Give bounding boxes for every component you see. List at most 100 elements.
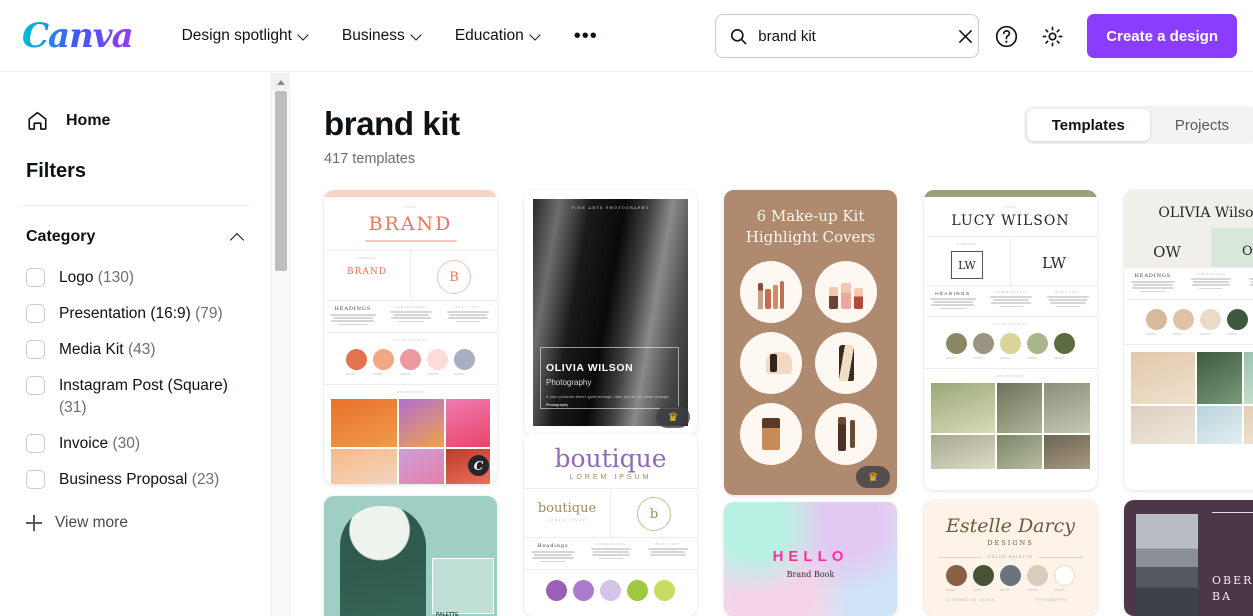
nav-more-button[interactable]: •••	[564, 24, 608, 48]
top-header: Canva Design spotlight Business Educatio…	[0, 0, 1253, 72]
scrollbar-thumb[interactable]	[275, 91, 287, 271]
view-more-button[interactable]: View more	[26, 514, 271, 532]
sidebar-scrollbar[interactable]	[272, 73, 290, 616]
filter-name: Presentation (16:9)	[59, 305, 191, 322]
card-logo-sub: LOREM IPSUM	[569, 474, 652, 481]
card-logo-text: LUCY WILSON	[951, 213, 1070, 229]
tab-projects[interactable]: Projects	[1150, 109, 1253, 141]
filter-option-invoice[interactable]: Invoice (30)	[0, 426, 271, 462]
chevron-up-icon	[231, 233, 245, 242]
checkbox[interactable]	[26, 304, 45, 323]
settings-button[interactable]	[1033, 17, 1071, 55]
template-card-olivia-wilson-photography[interactable]: FINE ARTS PHOTOGRAPHY OLIVIA WILSON Phot…	[524, 190, 697, 435]
filter-label: Logo (130)	[59, 267, 134, 289]
template-card-olivia-wilson-brandkit[interactable]: OLIVIA Wilson OW OW HEADI	[1124, 190, 1253, 490]
card-section-label: LOGO	[404, 206, 417, 209]
nav-item-business[interactable]: Business	[332, 19, 433, 53]
chevron-down-icon	[299, 30, 310, 41]
filter-count: (130)	[97, 269, 134, 286]
card-logo-text: BRAND	[368, 213, 453, 235]
nav-item-education[interactable]: Education	[445, 19, 552, 53]
results-count: 417 templates	[324, 151, 416, 167]
filter-label: Media Kit (43)	[59, 339, 156, 361]
tab-templates[interactable]: Templates	[1026, 109, 1150, 141]
canva-logo[interactable]: Canva	[22, 16, 134, 56]
view-more-label: View more	[55, 514, 128, 531]
template-card-oberkampf-mountain[interactable]: OBERK BA	[1124, 500, 1253, 616]
filter-label: Invoice (30)	[59, 433, 140, 455]
highlight-cover-nail-polish	[815, 261, 877, 323]
card-title-line1: 6 Make-up Kit	[756, 207, 865, 225]
sidebar-home-label: Home	[66, 111, 111, 129]
highlight-cover-brushes	[740, 261, 802, 323]
filter-option-presentation[interactable]: Presentation (16:9) (79)	[0, 296, 271, 332]
template-card-brand-peach-kit[interactable]: LOGO BRAND SUBMARK BRAND B HEADINGS SUBH…	[324, 190, 497, 484]
card-palette-label: PALETTE	[436, 612, 459, 616]
highlight-cover-foundation-tube	[815, 332, 877, 394]
card-submark-left: boutique	[537, 501, 597, 516]
search-input[interactable]	[758, 27, 958, 45]
canva-logo-badge: C	[468, 455, 489, 476]
sidebar-divider	[22, 205, 249, 206]
search-results-area: brand kit 417 templates Templates Projec…	[291, 73, 1253, 616]
card-submark-right: B	[437, 260, 471, 295]
template-card-boutique-brandkit[interactable]: boutique LOREM IPSUM boutique LOREM IPSU…	[524, 433, 697, 616]
template-card-hello-brand-book[interactable]: HELLO Brand Book	[724, 502, 897, 616]
card-headings-label: Headings	[537, 543, 569, 549]
create-a-design-button[interactable]: Create a design	[1087, 14, 1237, 58]
card-palette-label: COLOR PALETTE	[392, 338, 429, 342]
template-card-estelle-darcy-designs[interactable]: Estelle Darcy DESIGNS COLOR PALETTE #8A6…	[924, 500, 1097, 616]
nav-label: Business	[341, 26, 405, 44]
card-alt-logo-label: ALTERNATIVE LOGOS	[945, 598, 995, 602]
template-grid: LOGO BRAND SUBMARK BRAND B HEADINGS SUBH…	[324, 190, 1253, 616]
search-bar[interactable]	[715, 14, 980, 58]
category-section-toggle[interactable]: Category	[26, 228, 245, 246]
filter-option-instagram-post[interactable]: Instagram Post (Square) (31)	[0, 368, 271, 426]
crown-badge: ♛	[856, 466, 890, 488]
filter-label: Business Proposal (23)	[59, 469, 219, 491]
card-submark-right: b	[637, 497, 671, 531]
clear-search-button[interactable]	[957, 21, 974, 51]
filter-count: (23)	[191, 471, 220, 488]
card-name: OLIVIA WILSON	[546, 362, 634, 374]
checkbox[interactable]	[26, 470, 45, 489]
sidebar-item-home[interactable]: Home	[26, 109, 271, 132]
filter-count: (43)	[127, 341, 156, 358]
card-submark-left: LW	[951, 251, 983, 279]
filters-sidebar: Home Filters Category Logo (130) Present…	[0, 73, 272, 616]
card-submark-left: BRAND	[347, 267, 387, 278]
home-icon	[28, 111, 47, 130]
filter-label: Instagram Post (Square) (31)	[59, 375, 235, 419]
card-submark-right: LW	[1041, 254, 1067, 272]
highlight-cover-mascara	[815, 403, 877, 465]
checkbox[interactable]	[26, 268, 45, 287]
card-role: Photography	[546, 378, 592, 387]
help-button[interactable]	[987, 17, 1025, 55]
filter-label: Presentation (16:9) (79)	[59, 303, 223, 325]
nav-label: Design spotlight	[181, 26, 292, 44]
checkbox[interactable]	[26, 434, 45, 453]
filter-option-logo[interactable]: Logo (130)	[0, 260, 271, 296]
category-label: Category	[26, 228, 96, 245]
card-logo-text: OLIVIA Wilson	[1158, 205, 1253, 221]
filter-option-business-proposal[interactable]: Business Proposal (23)	[0, 462, 271, 498]
card-headings-label: HEADINGS	[935, 291, 971, 296]
page-title: brand kit	[324, 105, 460, 142]
scroll-up-arrow-icon[interactable]	[272, 73, 290, 90]
template-card-mint-fashion-palette[interactable]: PALETTE	[324, 496, 497, 616]
template-card-makeup-highlight-covers[interactable]: 6 Make-up Kit Highlight Covers ♛	[724, 190, 897, 495]
help-circle-icon	[995, 25, 1017, 47]
filter-option-media-kit[interactable]: Media Kit (43)	[0, 332, 271, 368]
checkbox[interactable]	[26, 376, 45, 395]
crown-badge: ♛	[656, 406, 690, 428]
filters-heading: Filters	[26, 160, 87, 182]
category-filter-list: Logo (130) Presentation (16:9) (79) Medi…	[0, 260, 271, 498]
checkbox[interactable]	[26, 340, 45, 359]
card-palette-label: COLOR PALETTE	[987, 555, 1034, 559]
template-card-lucy-wilson-brandkit[interactable]: LOGO LUCY WILSON SUBMARK LW LW HEADINGS …	[924, 190, 1097, 490]
nav-item-design-spotlight[interactable]: Design spotlight	[172, 19, 320, 53]
canva-search-page: Canva Design spotlight Business Educatio…	[0, 0, 1253, 616]
card-logo-text: boutique	[554, 444, 667, 473]
filter-name: Invoice	[59, 435, 109, 452]
card-submark-right: OW	[1241, 244, 1253, 259]
